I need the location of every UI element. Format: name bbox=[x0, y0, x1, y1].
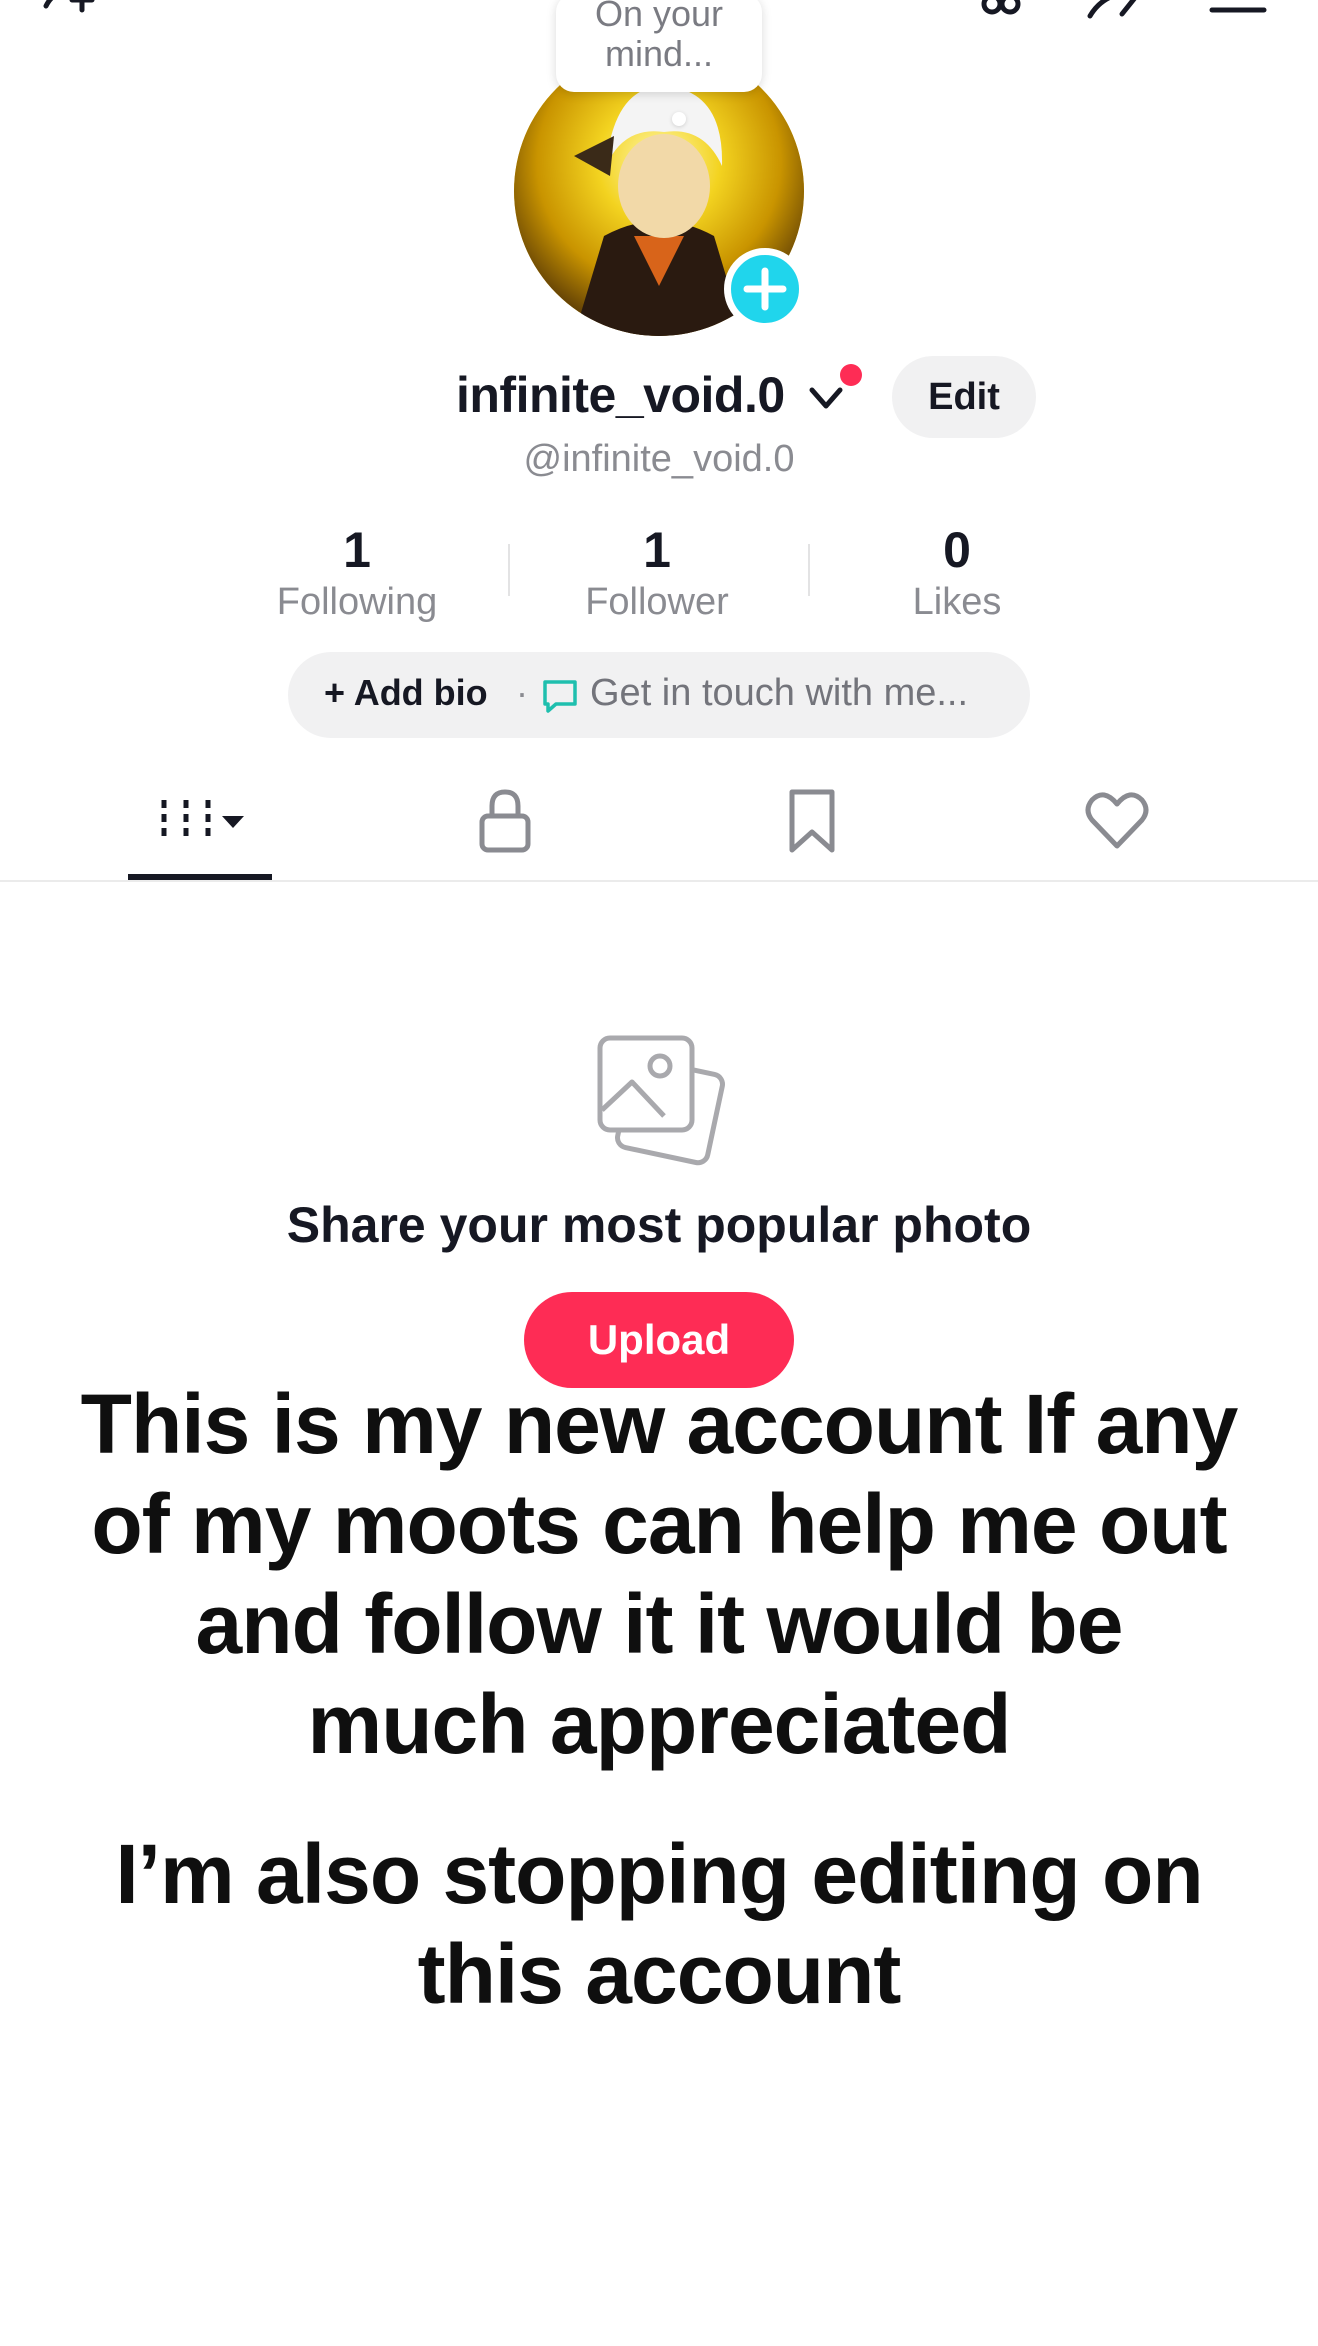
menu-icon[interactable] bbox=[1208, 0, 1268, 26]
empty-state-title: Share your most popular photo bbox=[286, 1197, 1032, 1253]
creator-tools-icon[interactable] bbox=[970, 0, 1030, 26]
stat-likes[interactable]: 0 Likes bbox=[827, 520, 1087, 624]
username-handle: @infinite_void.0 bbox=[523, 438, 795, 480]
caption-text-secondary: I’m also stopping editing on this accoun… bbox=[115, 1827, 1203, 2021]
stats-row: 1 Following 1 Follower 0 Likes bbox=[0, 520, 1318, 630]
share-icon[interactable] bbox=[1084, 0, 1144, 26]
get-in-touch-button[interactable]: Get in touch with me... bbox=[590, 672, 968, 715]
stat-followers[interactable]: 1 Follower bbox=[527, 520, 787, 624]
profile-tabs bbox=[0, 770, 1318, 882]
add-friend-icon[interactable] bbox=[40, 0, 100, 26]
stat-value: 0 bbox=[943, 522, 971, 578]
note-bubble[interactable]: On your mind... bbox=[556, 0, 762, 92]
caption-text: This is my new account If any of my moot… bbox=[80, 1377, 1239, 1771]
bio-separator: · bbox=[516, 672, 528, 713]
saved-bookmark-icon[interactable] bbox=[782, 786, 842, 856]
photo-stack-icon bbox=[590, 1030, 728, 1166]
bio-pill: + Add bio · Get in touch with me... bbox=[288, 652, 1030, 738]
private-lock-icon[interactable] bbox=[474, 786, 536, 856]
stat-label: Following bbox=[276, 581, 438, 623]
chevron-down-icon[interactable] bbox=[806, 382, 846, 418]
stat-label: Follower bbox=[585, 581, 729, 623]
display-name[interactable]: infinite_void.0 bbox=[456, 366, 785, 424]
notification-dot bbox=[840, 364, 862, 386]
stat-following[interactable]: 1 Following bbox=[227, 520, 487, 624]
stat-divider bbox=[808, 544, 810, 596]
stat-divider bbox=[508, 544, 510, 596]
videos-grid-icon[interactable] bbox=[154, 786, 250, 856]
active-tab-indicator bbox=[128, 874, 272, 880]
add-story-button[interactable] bbox=[724, 248, 806, 330]
name-row: infinite_void.0 Edit bbox=[0, 356, 1318, 438]
add-bio-button[interactable]: + Add bio bbox=[324, 672, 488, 714]
stat-value: 1 bbox=[343, 522, 371, 578]
liked-heart-icon[interactable] bbox=[1084, 786, 1150, 856]
edit-button[interactable]: Edit bbox=[892, 356, 1036, 438]
stat-value: 1 bbox=[643, 522, 671, 578]
note-bubble-tail bbox=[672, 112, 686, 126]
chat-bubble-icon bbox=[540, 676, 580, 716]
stat-label: Likes bbox=[912, 581, 1002, 623]
note-bubble-text: On your mind... bbox=[594, 0, 724, 74]
